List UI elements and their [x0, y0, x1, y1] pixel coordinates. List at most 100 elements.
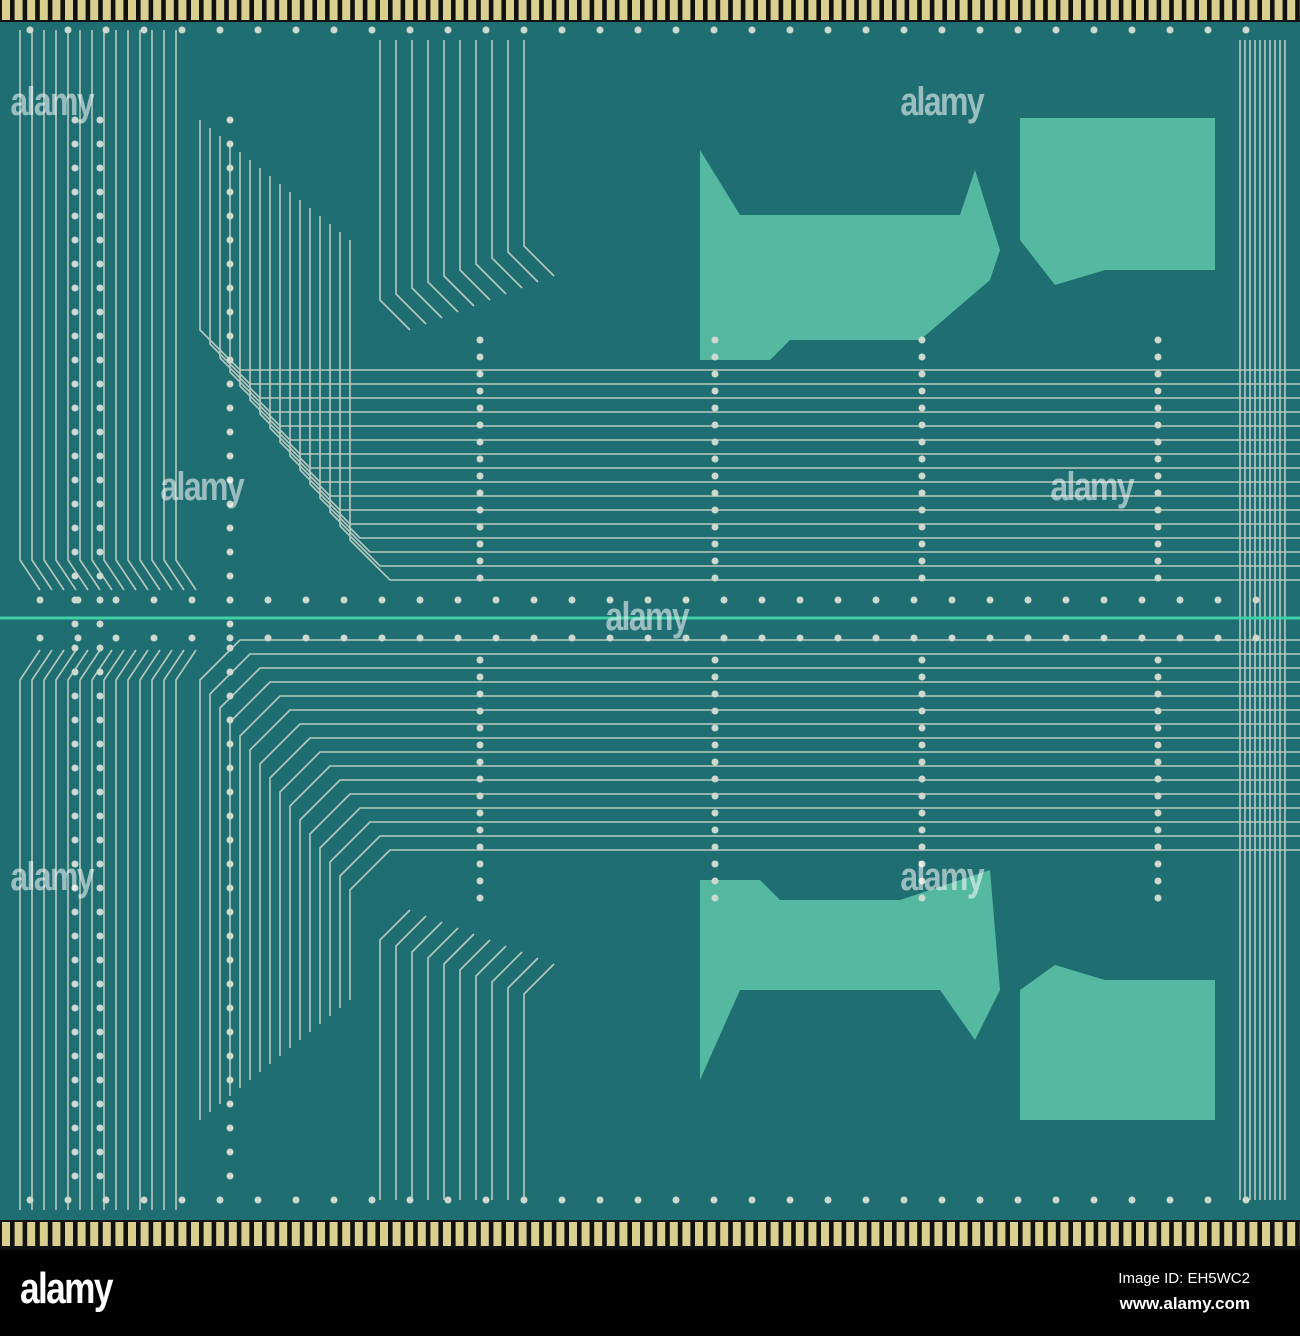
via: [96, 908, 104, 916]
via: [71, 812, 79, 820]
via: [1154, 707, 1162, 715]
via: [918, 656, 926, 664]
gold-contact: [455, 1222, 464, 1246]
via: [226, 1076, 234, 1084]
gold-contact: [430, 1222, 439, 1246]
via: [71, 260, 79, 268]
via: [96, 716, 104, 724]
via: [634, 26, 642, 34]
via: [1154, 741, 1162, 749]
via: [71, 284, 79, 292]
gold-contact: [1211, 1222, 1220, 1246]
via: [986, 596, 994, 604]
via: [918, 792, 926, 800]
gold-contact: [644, 0, 653, 20]
via: [226, 1028, 234, 1036]
via: [226, 956, 234, 964]
via: [96, 236, 104, 244]
via: [672, 26, 680, 34]
via: [918, 574, 926, 582]
via: [1014, 1196, 1022, 1204]
via: [226, 812, 234, 820]
gold-contact: [682, 1222, 691, 1246]
via: [96, 884, 104, 892]
gold-contact: [228, 0, 237, 20]
via: [476, 540, 484, 548]
via: [416, 596, 424, 604]
via: [178, 26, 186, 34]
via: [710, 1196, 718, 1204]
gold-contact: [102, 0, 111, 20]
website-link[interactable]: www.alamy.com: [1120, 1294, 1250, 1314]
gold-contact: [858, 0, 867, 20]
via: [454, 596, 462, 604]
gold-contact: [531, 1222, 540, 1246]
via: [711, 707, 719, 715]
via: [454, 634, 462, 642]
via: [918, 353, 926, 361]
via: [1154, 353, 1162, 361]
via: [71, 1172, 79, 1180]
via: [1154, 540, 1162, 548]
via: [476, 523, 484, 531]
via: [292, 1196, 300, 1204]
gold-contact: [216, 1222, 225, 1246]
via: [872, 596, 880, 604]
via: [226, 1100, 234, 1108]
via: [150, 634, 158, 642]
via: [140, 26, 148, 34]
via: [226, 188, 234, 196]
via: [71, 380, 79, 388]
via: [834, 634, 842, 642]
via: [102, 1196, 110, 1204]
via: [948, 596, 956, 604]
gold-contact: [77, 1222, 86, 1246]
via: [476, 656, 484, 664]
gold-contact: [657, 1222, 666, 1246]
gold-contact: [972, 0, 981, 20]
via: [226, 668, 234, 676]
gold-contact: [1022, 0, 1031, 20]
via: [476, 370, 484, 378]
via: [918, 489, 926, 497]
gold-contact: [569, 1222, 577, 1246]
via: [476, 707, 484, 715]
gold-contact: [1022, 1222, 1031, 1246]
via: [520, 1196, 528, 1204]
gold-contact: [1161, 1222, 1170, 1246]
via: [824, 26, 832, 34]
via: [711, 656, 719, 664]
via: [96, 1052, 104, 1060]
via: [476, 353, 484, 361]
via: [1154, 809, 1162, 817]
via: [476, 557, 484, 565]
via: [264, 596, 272, 604]
via: [226, 1172, 234, 1180]
gold-contact: [556, 1222, 565, 1246]
via: [112, 596, 120, 604]
gold-contact: [1186, 0, 1195, 20]
via: [786, 26, 794, 34]
gold-contact: [921, 1222, 930, 1246]
gold-contact: [695, 0, 703, 20]
via: [71, 188, 79, 196]
via: [558, 1196, 566, 1204]
via: [96, 212, 104, 220]
gold-contact: [959, 1222, 968, 1246]
via: [96, 620, 104, 628]
via: [711, 843, 719, 851]
gold-contact: [27, 1222, 36, 1246]
via: [71, 764, 79, 772]
via: [1138, 596, 1146, 604]
via: [96, 1028, 104, 1036]
via: [1128, 26, 1136, 34]
gold-contact: [669, 1222, 678, 1246]
via: [476, 455, 484, 463]
gold-contact: [417, 0, 426, 20]
via: [1090, 1196, 1098, 1204]
watermark: alamy: [605, 595, 689, 639]
gold-contact: [909, 1222, 918, 1246]
gold-contact: [934, 1222, 943, 1246]
gold-contact: [1199, 0, 1207, 20]
via: [178, 1196, 186, 1204]
